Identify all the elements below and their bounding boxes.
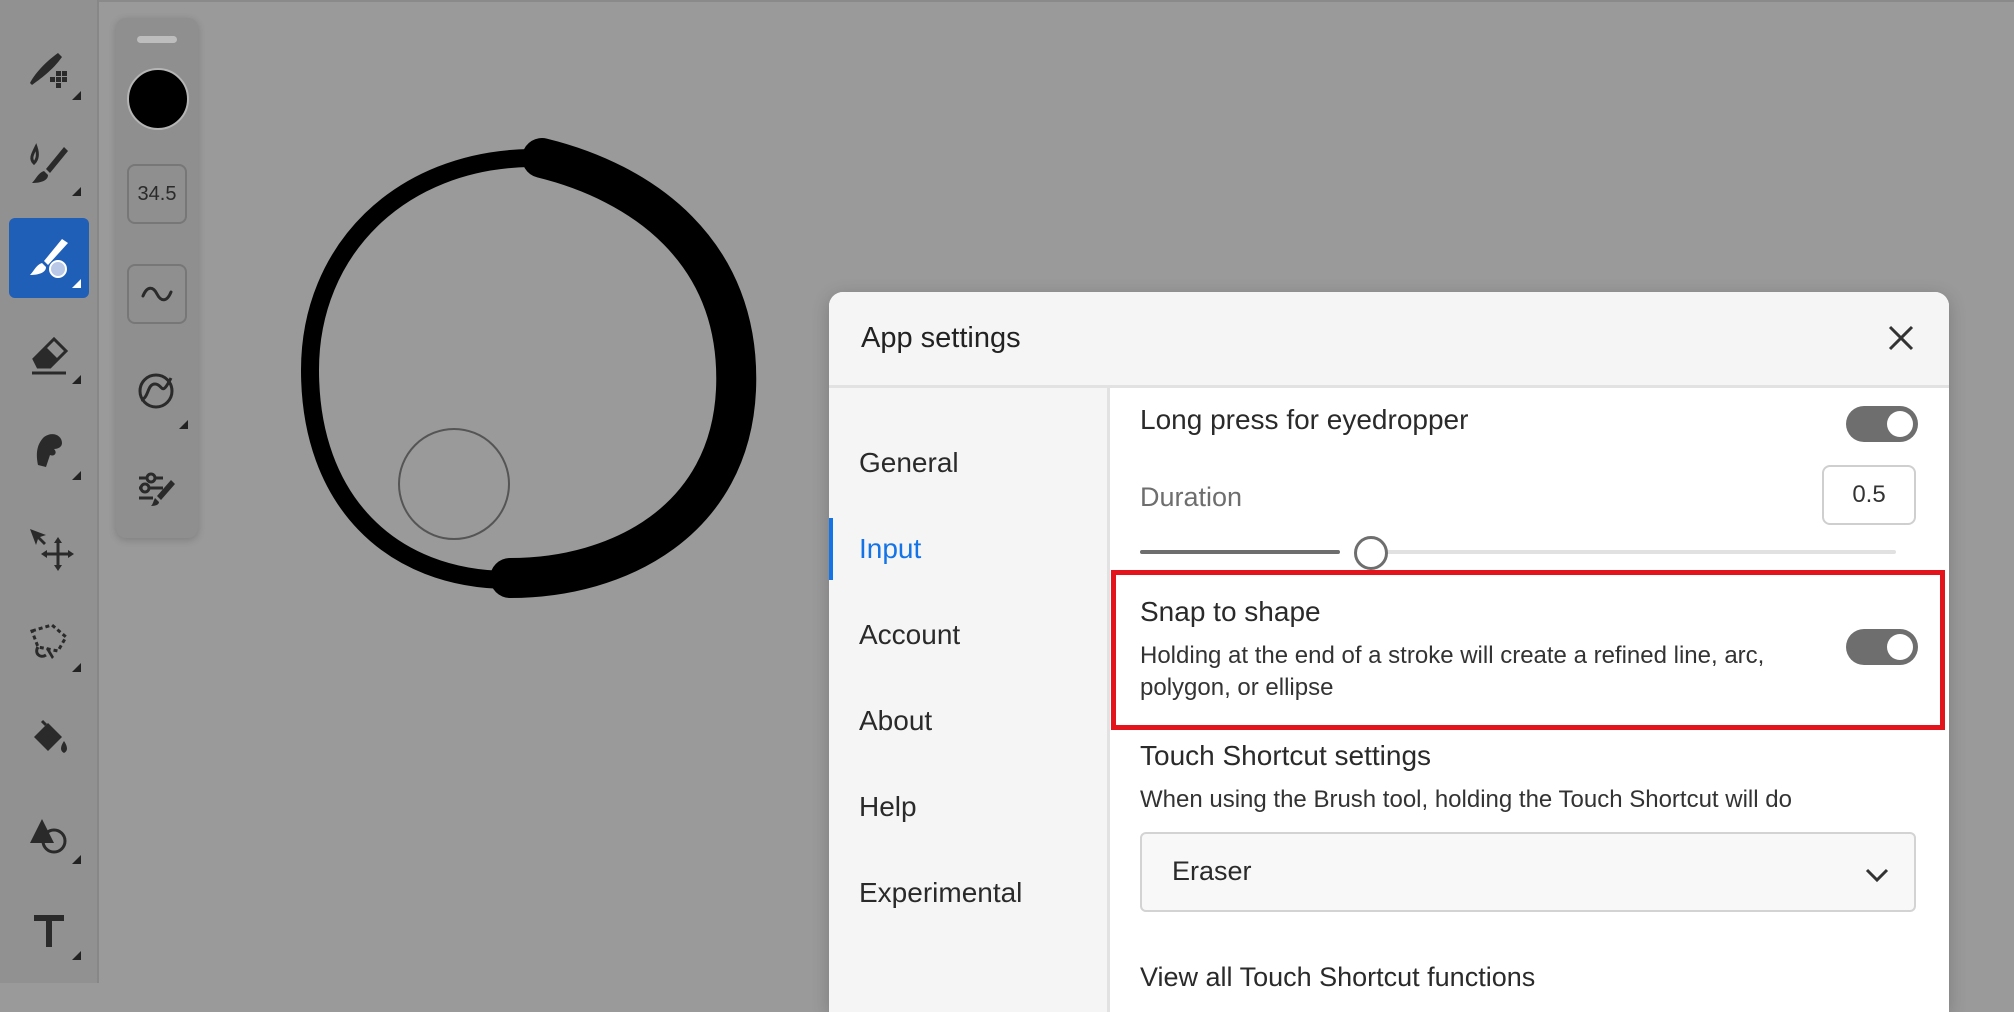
dialog-title: App settings <box>861 322 1021 354</box>
vector-brush-tool[interactable] <box>9 218 89 298</box>
transform-tool[interactable] <box>9 508 89 588</box>
brush-size-field[interactable]: 34.5 <box>127 164 187 224</box>
submenu-indicator-icon <box>72 91 81 100</box>
nav-item-about[interactable]: About <box>829 690 1107 752</box>
left-toolbar <box>0 0 99 983</box>
submenu-indicator-icon <box>179 420 188 429</box>
nav-item-label: Input <box>859 533 922 564</box>
eyedropper-toggle[interactable] <box>1846 406 1918 442</box>
touch-shortcut-select-value: Eraser <box>1172 856 1252 886</box>
submenu-indicator-icon <box>72 375 81 384</box>
nav-item-input[interactable]: Input <box>829 518 1107 580</box>
wave-icon <box>141 286 173 302</box>
nav-item-general[interactable]: General <box>829 432 1107 494</box>
nav-item-label: Experimental <box>859 877 1023 908</box>
nav-item-label: About <box>859 705 933 736</box>
paint-bucket-icon <box>34 719 67 753</box>
submenu-indicator-icon <box>72 471 81 480</box>
canvas-stroke-drawing[interactable] <box>280 120 780 620</box>
duration-slider-handle[interactable] <box>1354 536 1388 570</box>
submenu-indicator-icon <box>72 855 81 864</box>
snap-to-shape-toggle[interactable] <box>1846 629 1918 665</box>
dialog-header: App settings <box>829 292 1949 388</box>
live-brush-tool[interactable] <box>9 126 89 206</box>
submenu-indicator-icon <box>72 951 81 960</box>
eraser-tool[interactable] <box>9 314 89 394</box>
panel-grip-handle[interactable] <box>137 36 177 43</box>
nav-item-label: Account <box>859 619 961 650</box>
sliders-brush-icon <box>139 472 175 506</box>
close-button[interactable] <box>1883 320 1919 356</box>
shapes-tool[interactable] <box>9 794 89 874</box>
nav-item-account[interactable]: Account <box>829 604 1107 666</box>
nav-item-help[interactable]: Help <box>829 776 1107 838</box>
pressure-curve-icon <box>138 373 174 409</box>
nav-item-label: General <box>859 447 959 478</box>
duration-input[interactable]: 0.5 <box>1822 465 1916 525</box>
stroke-smoothing-button[interactable] <box>127 264 187 324</box>
settings-nav: General Input Account About Help Experim… <box>829 388 1110 1012</box>
lasso-icon <box>30 623 68 659</box>
brush-cursor <box>398 428 510 540</box>
brush-properties-button[interactable] <box>129 462 183 516</box>
vector-brush-icon <box>30 239 68 278</box>
view-all-shortcuts-link[interactable]: View all Touch Shortcut functions <box>1140 962 1535 993</box>
brush-size-value: 34.5 <box>137 182 177 205</box>
brush-settings-panel: 34.5 <box>116 18 198 538</box>
move-transform-icon <box>30 529 74 571</box>
nav-item-experimental[interactable]: Experimental <box>829 862 1107 924</box>
smudge-tool[interactable] <box>9 410 89 490</box>
brush-color-swatch[interactable] <box>127 68 189 130</box>
smudge-icon <box>36 434 62 467</box>
fill-tool[interactable] <box>9 698 89 778</box>
shapes-icon <box>30 819 67 854</box>
text-tool[interactable] <box>9 890 89 970</box>
top-edge <box>0 0 2014 2</box>
chevron-down-icon <box>1865 868 1889 883</box>
close-icon <box>1888 325 1914 351</box>
lasso-tool[interactable] <box>9 602 89 682</box>
pixel-brush-tool[interactable] <box>9 30 89 110</box>
pixel-brush-icon <box>30 53 67 88</box>
duration-value: 0.5 <box>1852 481 1886 508</box>
text-icon <box>34 915 64 947</box>
eraser-icon <box>32 336 69 375</box>
pressure-settings-button[interactable] <box>129 364 183 418</box>
touch-shortcut-select[interactable]: Eraser <box>1140 832 1916 912</box>
submenu-indicator-icon <box>72 279 81 288</box>
nav-item-label: Help <box>859 791 917 822</box>
submenu-indicator-icon <box>72 187 81 196</box>
live-brush-icon <box>30 143 68 183</box>
submenu-indicator-icon <box>72 663 81 672</box>
